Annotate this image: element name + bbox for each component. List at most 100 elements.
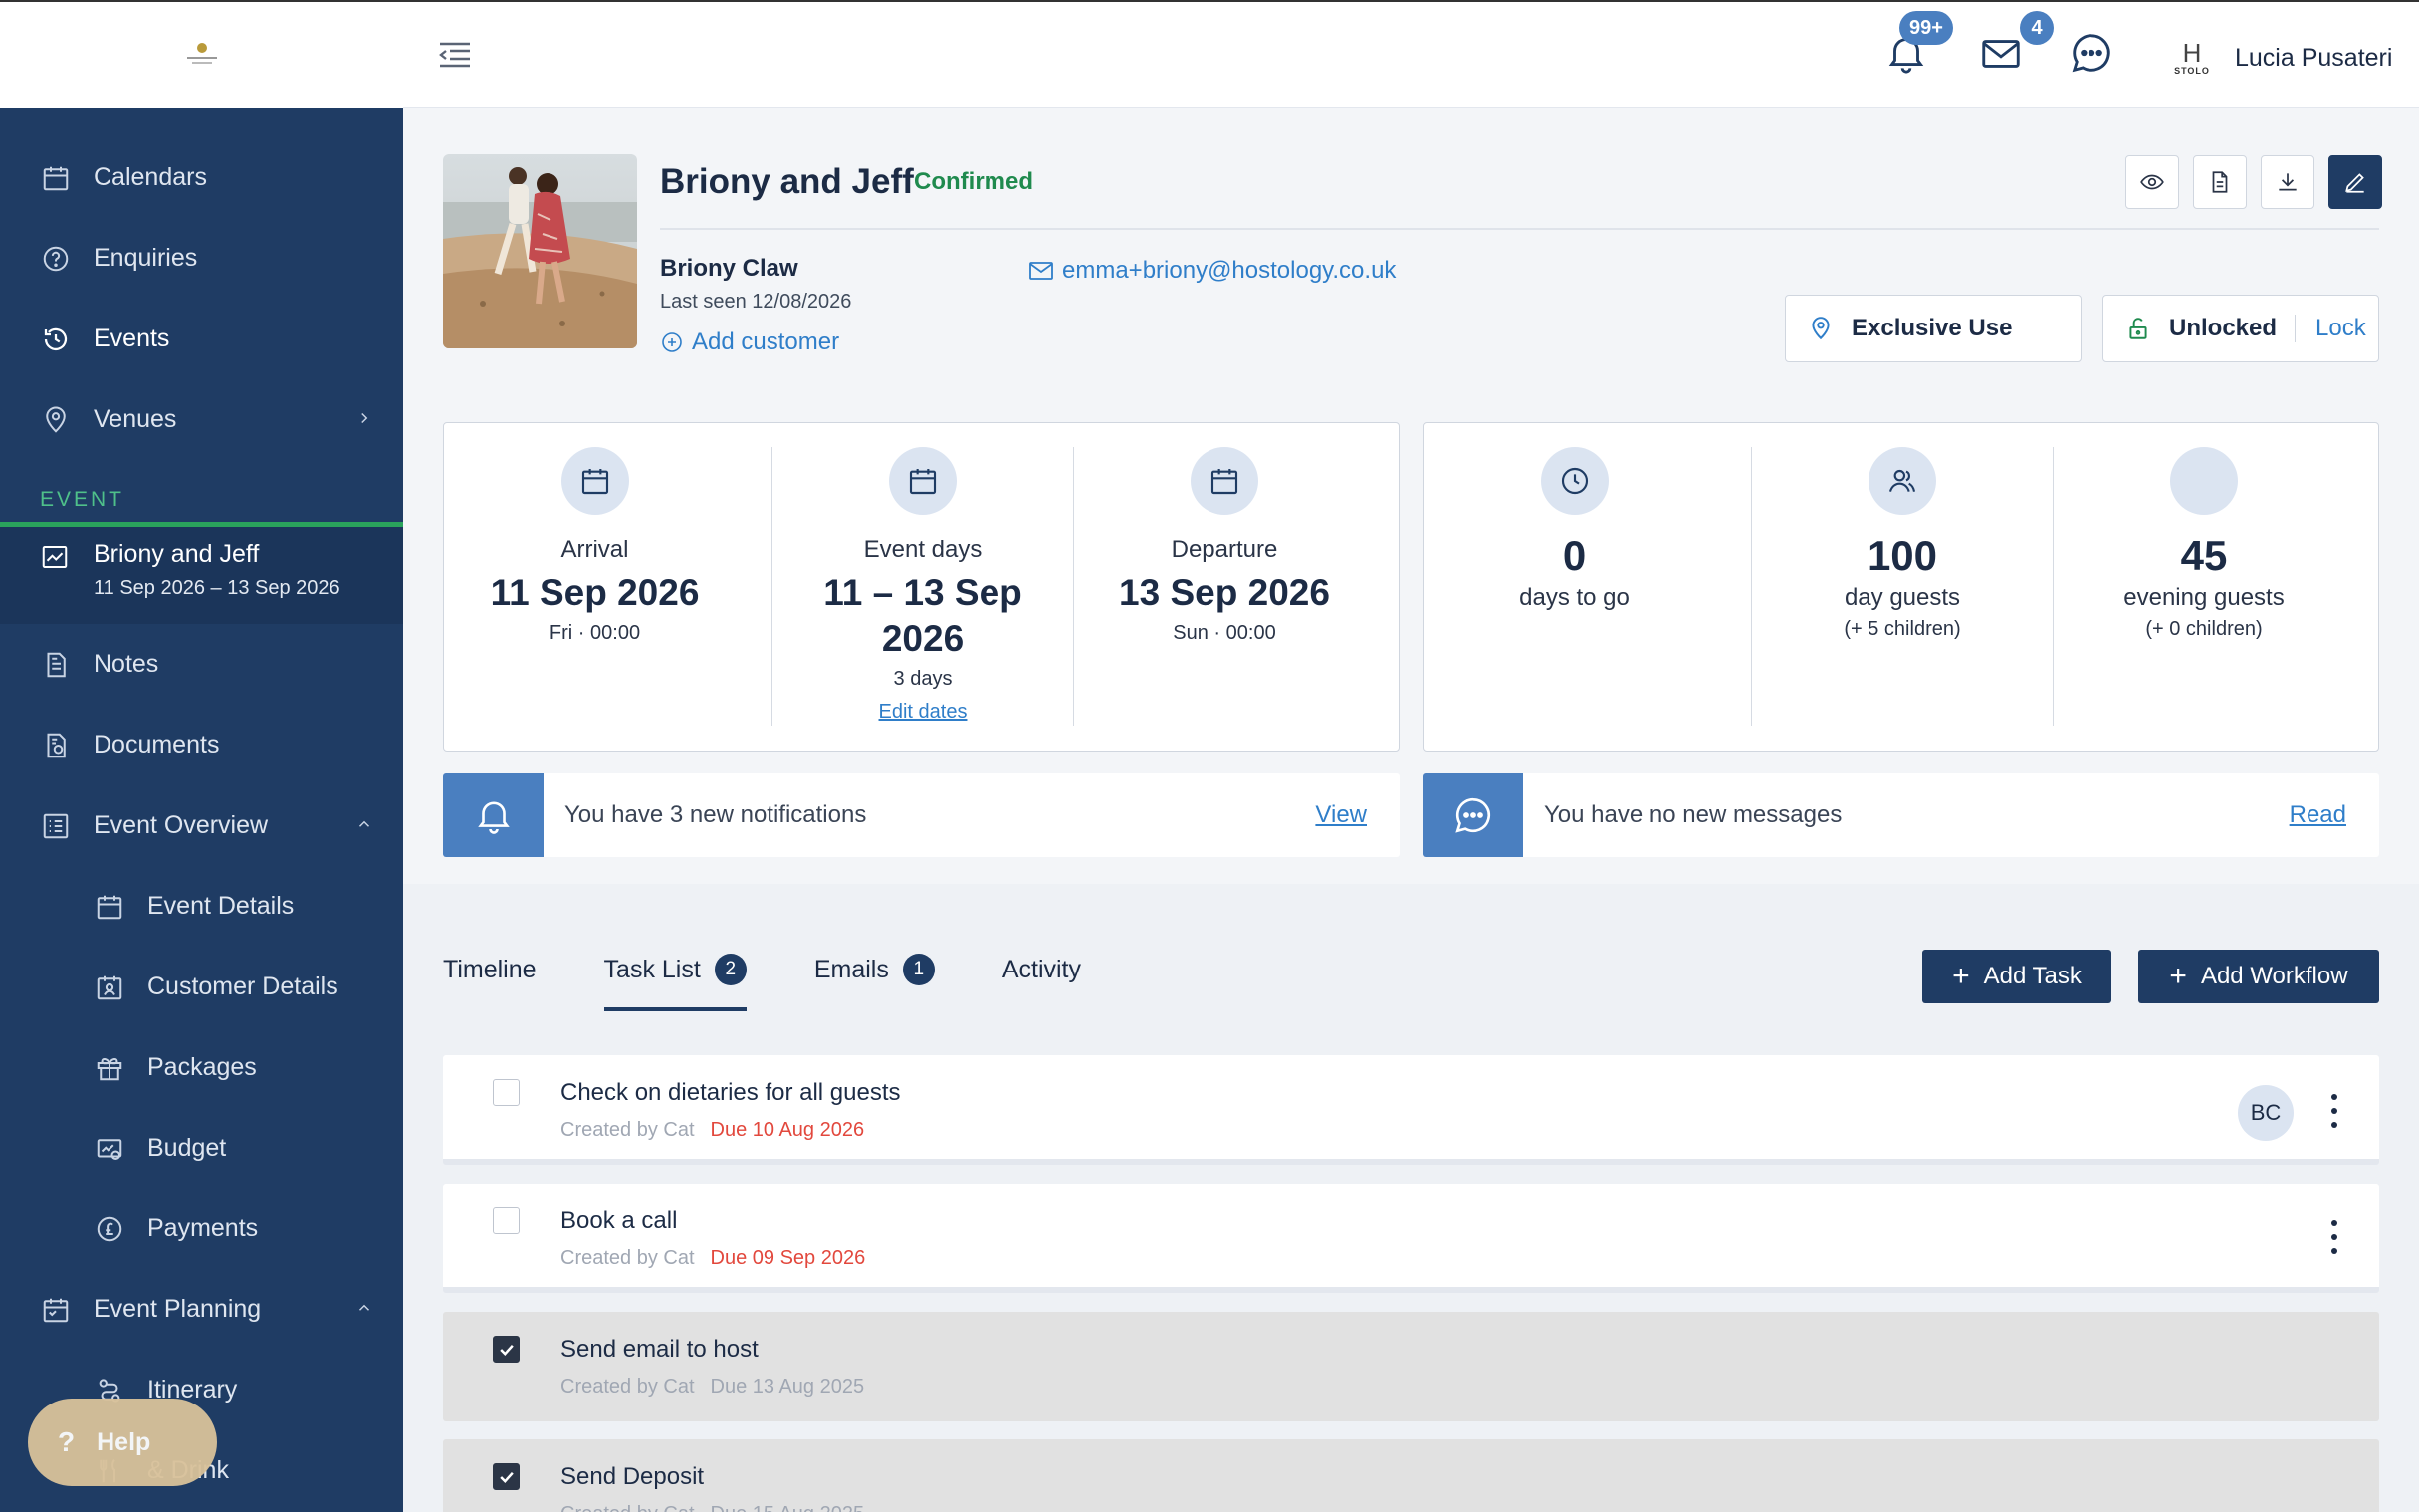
sidebar-item-calendars[interactable]: Calendars [0,137,403,218]
task-row[interactable]: Check on dietaries for all guests Create… [443,1055,2379,1165]
help-button[interactable]: ? Help [28,1399,217,1486]
task-meta: Created by Cat Due 15 Aug 2025 [560,1503,864,1512]
read-messages-link[interactable]: Read [2290,801,2346,829]
tab-count-badge: 2 [714,954,747,985]
notifications-badge: 99+ [1899,11,1953,45]
edit-button[interactable] [2328,155,2382,209]
tab-emails[interactable]: Emails 1 [814,954,935,1011]
gift-icon [94,1052,125,1084]
sidebar-item-packages[interactable]: Packages [0,1027,403,1108]
exclusive-use-button[interactable]: Exclusive Use [1785,295,2082,362]
day-guests-label: day guests [1844,584,1961,611]
download-button[interactable] [2261,155,2314,209]
bell-icon [443,773,544,857]
tab-task-list[interactable]: Task List 2 [603,954,748,1011]
add-customer-label: Add customer [692,328,840,355]
sidebar-item-customer-details[interactable]: Customer Details [0,947,403,1027]
task-name: Send email to host [560,1336,759,1363]
chevron-up-icon [358,1304,370,1311]
sidebar-item-venues[interactable]: Venues [0,379,403,460]
note-icon [40,649,72,681]
last-seen: Last seen 12/08/2026 [660,291,852,313]
event-days-sub: 3 days [893,668,953,690]
customer-name[interactable]: Briony Claw [660,255,798,283]
sidebar-item-event-overview[interactable]: Event Overview [0,785,403,866]
venue-logo[interactable] [0,0,403,108]
event-dates-card: Arrival 11 Sep 2026 Fri · 00:00 Event da… [443,422,1400,752]
task-checkbox[interactable] [493,1336,520,1363]
list-icon [40,810,72,842]
chevron-right-icon [361,412,368,424]
sidebar-item-label: Venues [94,405,177,433]
preview-button[interactable] [2125,155,2179,209]
arrival-sub: Fri · 00:00 [549,622,641,644]
sidebar-item-budget[interactable]: Budget [0,1108,403,1188]
add-customer-link[interactable]: Add customer [660,328,839,356]
sidebar-item-payments[interactable]: Payments [0,1188,403,1269]
tab-count-badge: 1 [902,954,935,985]
departure-label: Departure [1171,537,1278,563]
notifications-text: You have 3 new notifications [564,801,867,828]
section-label-event: EVENT [0,488,403,527]
calendar-icon [1191,447,1258,515]
task-checkbox[interactable] [493,1463,520,1490]
customer-email-link[interactable]: emma+briony@hostology.co.uk [1028,257,1396,285]
plus-icon: + [1952,960,1970,992]
departure-sub: Sun · 00:00 [1173,622,1276,644]
calendar-icon [560,447,629,515]
pencil-icon [2345,173,2364,193]
edit-dates-link[interactable]: Edit dates [772,701,1073,724]
user-menu[interactable]: Lucia Pusateri [2235,44,2392,73]
sidebar-item-label: Documents [94,731,220,758]
sidebar: Calendars Enquiries Events Venues EVENT [0,0,403,1512]
task-checkbox[interactable] [493,1079,520,1106]
envelope-icon [1029,262,1053,280]
task-meta: Created by Cat Due 09 Sep 2026 [560,1247,865,1270]
checkmark-icon [499,1471,514,1483]
more-options-icon[interactable] [2330,1091,2338,1131]
assignee-avatar[interactable]: BC [2238,1085,2294,1141]
sidebar-item-enquiries[interactable]: Enquiries [0,218,403,299]
sidebar-item-event-planning[interactable]: Event Planning [0,1269,403,1350]
calendar-icon [94,891,125,923]
tab-timeline[interactable]: Timeline [443,956,537,1011]
task-row[interactable]: Send Deposit Created by Cat Due 15 Aug 20… [443,1439,2379,1512]
messages-notice: You have no new messages Read [1423,773,2379,857]
task-row[interactable]: Book a call Created by Cat Due 09 Sep 202… [443,1184,2379,1293]
customer-email: emma+briony@hostology.co.uk [1062,257,1397,284]
task-checkbox[interactable] [493,1207,520,1234]
days-to-go-stat: 0 days to go [1424,447,1725,726]
more-options-icon[interactable] [2330,1217,2338,1257]
eye-icon [2140,174,2164,190]
add-workflow-button[interactable]: + Add Workflow [2138,950,2379,1003]
add-task-button[interactable]: + Add Task [1922,950,2111,1003]
brand-logo: H STOLO [2170,40,2214,78]
sidebar-item-event-details[interactable]: Event Details [0,866,403,947]
event-header-panel: Briony and Jeff Confirmed Briony Claw La… [403,108,2419,884]
view-notifications-link[interactable]: View [1315,801,1367,829]
messages-button[interactable] [2069,30,2114,76]
sidebar-item-notes[interactable]: Notes [0,624,403,705]
sidebar-item-documents[interactable]: Documents [0,705,403,785]
document-button[interactable] [2193,155,2247,209]
sidebar-item-label: Budget [147,1134,227,1162]
menu-collapse-icon[interactable] [438,40,472,70]
event-days-value-line2: 2026 [881,618,965,659]
sidebar-item-events[interactable]: Events [0,299,403,379]
question-mark-icon: ? [58,1426,76,1457]
lock-control: Unlocked Lock [2102,295,2379,362]
task-tabs: Timeline Task List 2 Emails 1 Activity [443,954,1149,1015]
sidebar-current-event[interactable]: Briony and Jeff 11 Sep 2026 – 13 Sep 202… [0,527,403,624]
chart-line-icon [40,542,72,574]
departure-value: 13 Sep 2026 [1119,572,1330,613]
task-due-date: Due 10 Aug 2026 [710,1119,865,1141]
sidebar-nav: Calendars Enquiries Events Venues [0,108,403,460]
lock-button[interactable]: Lock [2295,315,2366,342]
event-days-value-line1: 11 – 13 Sep [823,572,1022,613]
arrival-stat: Arrival 11 Sep 2026 Fri · 00:00 [444,447,746,726]
task-row[interactable]: Send email to host Created by Cat Due 13 … [443,1312,2379,1421]
task-meta: Created by Cat Due 10 Aug 2026 [560,1119,864,1142]
mail-button[interactable] [1978,30,2024,76]
exclusive-use-label: Exclusive Use [1852,315,2013,341]
tab-activity[interactable]: Activity [1002,956,1081,1011]
